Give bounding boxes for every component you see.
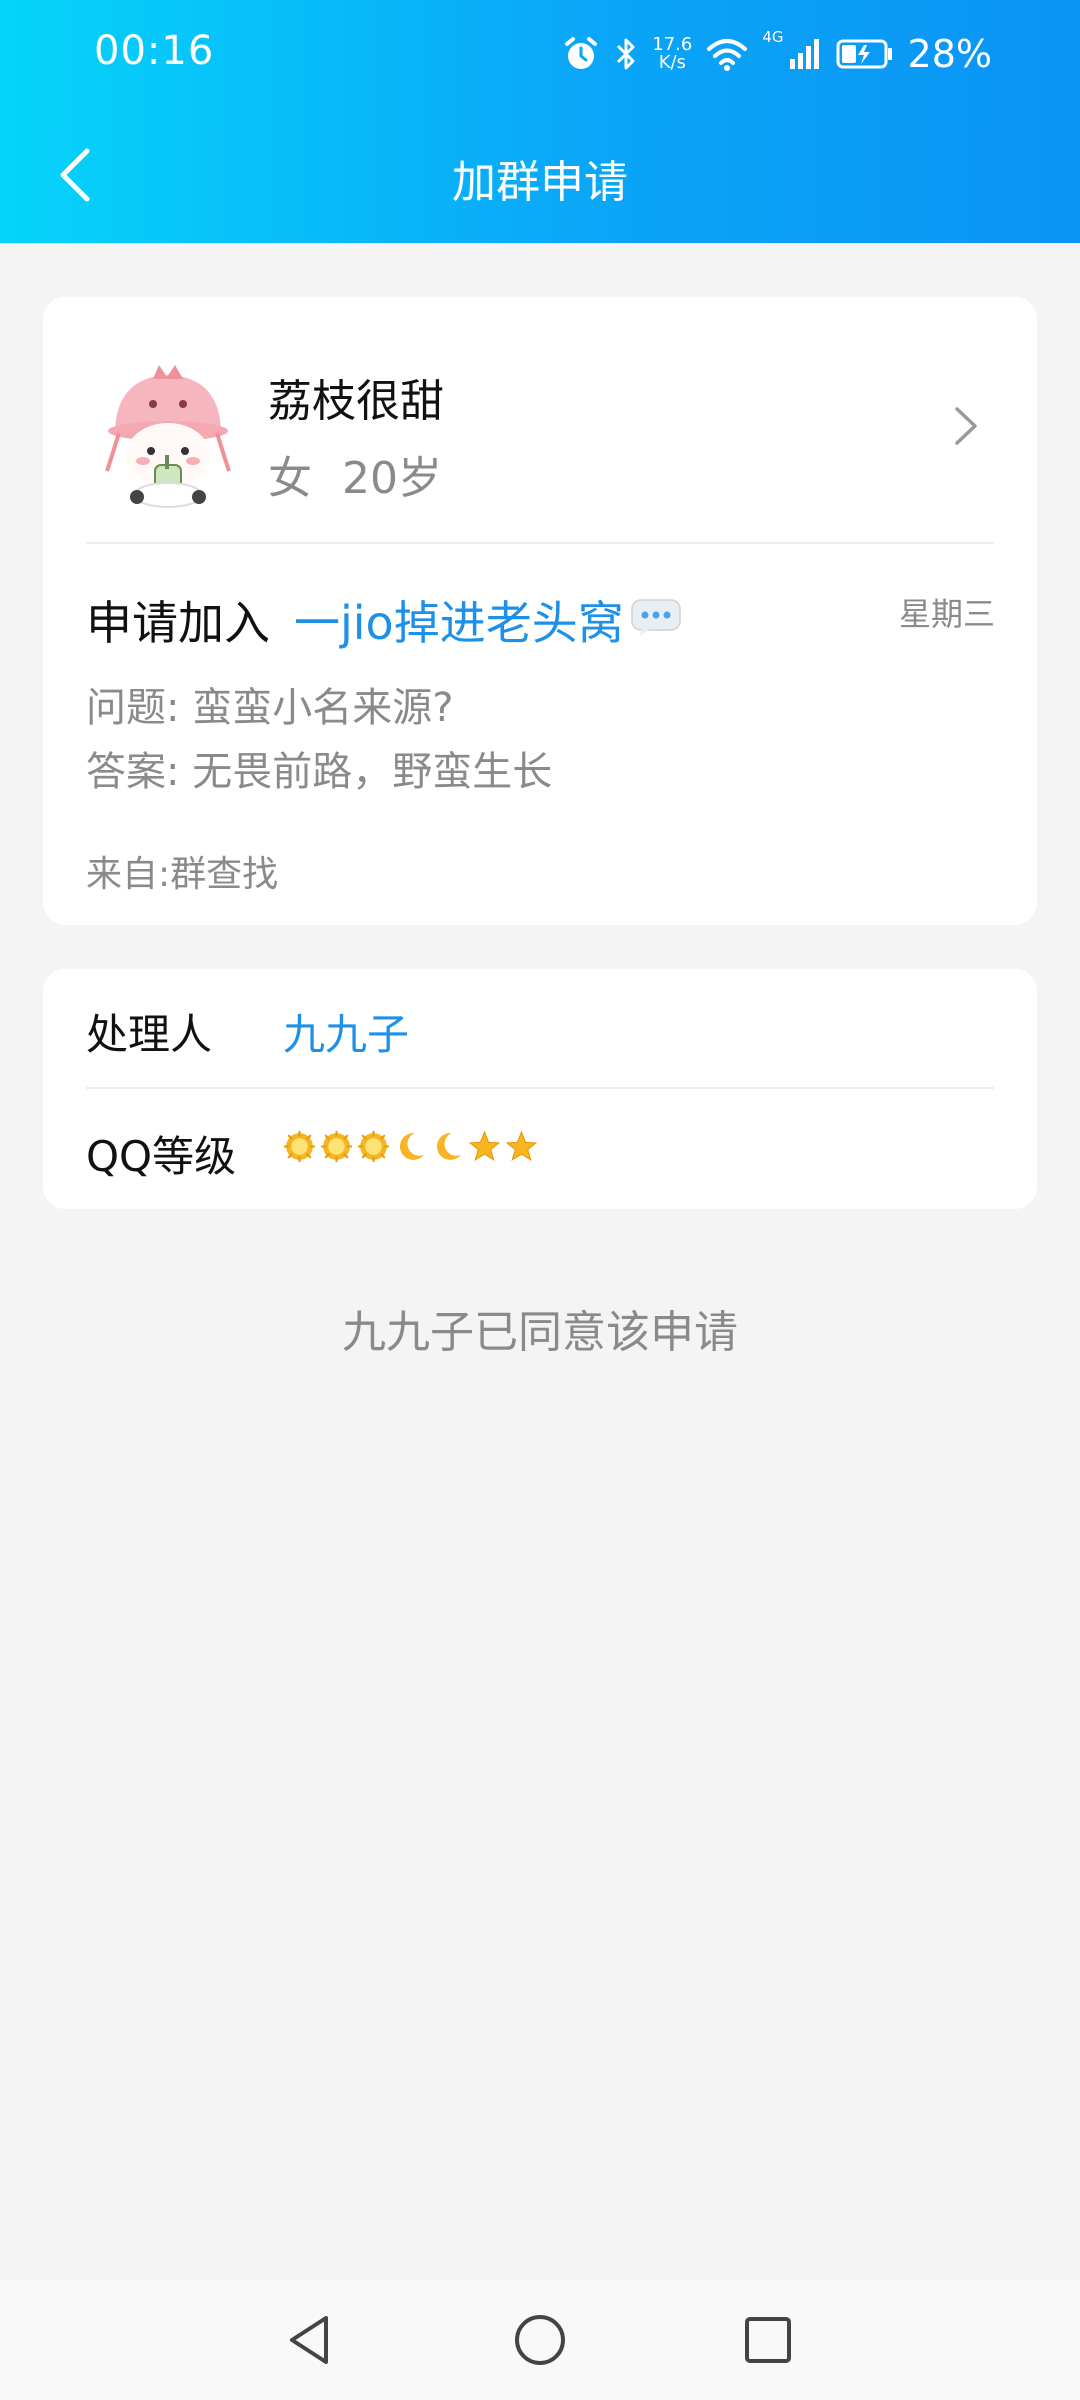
question-text: 问题: 蛮蛮小名来源? [86, 685, 454, 731]
divider [86, 542, 994, 544]
square-recents-icon [745, 2317, 791, 2363]
level-label: QQ等级 [86, 1132, 237, 1181]
status-icons: 17.6 K/s 4G 28% [562, 28, 992, 80]
request-source: 来自:群查找 [86, 854, 279, 895]
group-name-link[interactable]: 一jio掉进老头窝 [294, 587, 624, 653]
battery-percent: 28% [907, 32, 992, 76]
sun-icon [283, 1130, 316, 1167]
sun-icon [357, 1130, 390, 1167]
battery-charging-icon [836, 39, 894, 69]
sun-icon [320, 1130, 353, 1167]
qq-level-icons [283, 1130, 538, 1167]
nav-back-button[interactable] [280, 2310, 340, 2370]
details-card: 处理人 九九子 QQ等级 [43, 969, 1037, 1209]
network-speed: 17.6 K/s [652, 36, 692, 72]
apply-label: 申请加入 [86, 596, 270, 650]
nav-recents-button[interactable] [738, 2310, 798, 2370]
request-card: 荔枝很甜 女 20岁 申请加入 一jio掉进老头窝 星期三 问题: 蛮蛮小名来源… [43, 297, 1037, 925]
moon-icon [394, 1130, 427, 1167]
network-type: 4G [762, 28, 784, 46]
handler-name-link[interactable]: 九九子 [283, 1001, 409, 1062]
cartoon-avatar [105, 365, 231, 508]
system-nav-bar [0, 2280, 1080, 2400]
nav-home-button[interactable] [510, 2310, 570, 2370]
header-bar: 00:16 17.6 K/s 4G 28% 加群申请 [0, 0, 1080, 243]
applicant-avatar[interactable] [93, 359, 243, 509]
status-time: 00:16 [94, 28, 215, 74]
request-weekday: 星期三 [898, 595, 995, 633]
page-title: 加群申请 [452, 157, 628, 208]
bluetooth-icon [614, 35, 638, 73]
signal-icon [788, 37, 822, 71]
star-icon [505, 1130, 538, 1167]
chevron-right-icon [955, 407, 977, 445]
applicant-name[interactable]: 荔枝很甜 [268, 365, 444, 429]
triangle-back-icon [290, 2316, 328, 2364]
chat-bubble-icon [630, 595, 682, 649]
net-speed-unit: K/s [658, 52, 686, 73]
divider [86, 1087, 994, 1089]
star-icon [468, 1130, 501, 1167]
answer-text: 答案: 无畏前路，野蛮生长 [86, 749, 553, 795]
applicant-meta: 女 20岁 [268, 442, 442, 506]
apply-row: 申请加入 一jio掉进老头窝 [86, 587, 682, 653]
handler-label: 处理人 [86, 1010, 213, 1059]
wifi-icon [706, 37, 748, 71]
moon-icon [431, 1130, 464, 1167]
result-message: 九九子已同意该申请 [342, 1307, 738, 1358]
profile-chevron-button[interactable] [951, 403, 981, 449]
circle-home-icon [515, 2315, 565, 2365]
alarm-icon [562, 35, 600, 73]
applicant-age: 20岁 [342, 453, 442, 504]
applicant-gender: 女 [268, 453, 312, 504]
